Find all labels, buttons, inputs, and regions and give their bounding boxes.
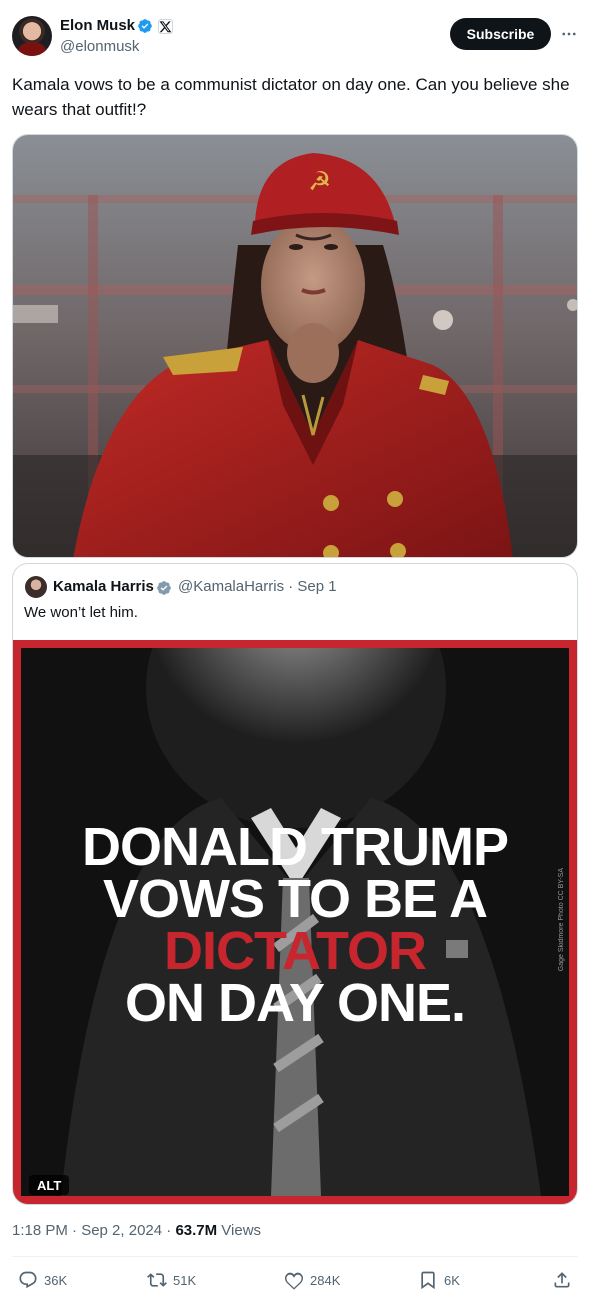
divider [12, 1256, 578, 1257]
tweet-text: Kamala vows to be a communist dictator o… [12, 75, 570, 119]
quoted-text: We won’t let him. [24, 604, 138, 621]
poster-line-2: VOWS TO BE A [102, 869, 488, 929]
poster-line-3: DICTATOR [164, 921, 427, 981]
svg-text:☭: ☭ [308, 167, 331, 197]
author-avatar[interactable] [12, 16, 52, 56]
timestamp[interactable]: 1:18 PM · Sep 2, 2024 · [12, 1222, 175, 1239]
reply-icon [19, 1271, 37, 1289]
bookmark-button[interactable]: 6K [418, 1270, 460, 1290]
quoted-image[interactable]: DONALD TRUMP VOWS TO BE A DICTATOR ON DA… [13, 640, 577, 1204]
repost-button[interactable]: 51K [147, 1270, 196, 1290]
poster-line-4: ON DAY ONE. [124, 973, 466, 1033]
like-icon [284, 1272, 304, 1290]
reply-count: 36K [44, 1272, 68, 1288]
bookmark-count: 6K [444, 1272, 460, 1288]
share-button[interactable] [552, 1270, 572, 1290]
repost-count: 51K [173, 1272, 197, 1288]
subscribe-button[interactable]: Subscribe [450, 18, 551, 50]
photo-credit: Gage Skidmore Photo CC BY-SA [558, 868, 565, 972]
views-count: 63.7M [175, 1222, 218, 1239]
bookmark-icon [421, 1271, 435, 1290]
repost-icon [147, 1273, 167, 1287]
more-icon[interactable] [558, 24, 580, 44]
reply-button[interactable]: 36K [18, 1270, 67, 1290]
like-button[interactable]: 284K [284, 1270, 340, 1290]
author-handle[interactable]: @elonmusk [60, 37, 139, 57]
share-icon [554, 1272, 570, 1288]
quoted-tweet[interactable]: Kamala Harris @KamalaHarris · Sep 1 We w… [12, 563, 578, 1205]
like-count: 284K [310, 1272, 341, 1288]
author-name[interactable]: Elon Musk [60, 16, 135, 36]
verified-icon [157, 581, 171, 595]
x-logo-icon [158, 19, 173, 34]
poster-headline: DONALD TRUMP VOWS TO BE A DICTATOR ON DA… [21, 817, 569, 1033]
alt-badge[interactable]: ALT [29, 1175, 70, 1195]
views-label: Views [217, 1222, 262, 1239]
quoted-author-name[interactable]: Kamala Harris [53, 578, 154, 595]
quoted-avatar[interactable] [25, 576, 47, 598]
tweet-image[interactable]: ☭ [12, 134, 578, 558]
poster-line-1: DONALD TRUMP [82, 817, 509, 877]
action-bar: 36K 51K 284K 6K [12, 1266, 578, 1294]
tweet-meta: 1:18 PM · Sep 2, 2024 · 63.7M Views [12, 1222, 261, 1239]
quoted-handle-date[interactable]: @KamalaHarris · Sep 1 [178, 578, 337, 595]
verified-icon [138, 19, 152, 33]
